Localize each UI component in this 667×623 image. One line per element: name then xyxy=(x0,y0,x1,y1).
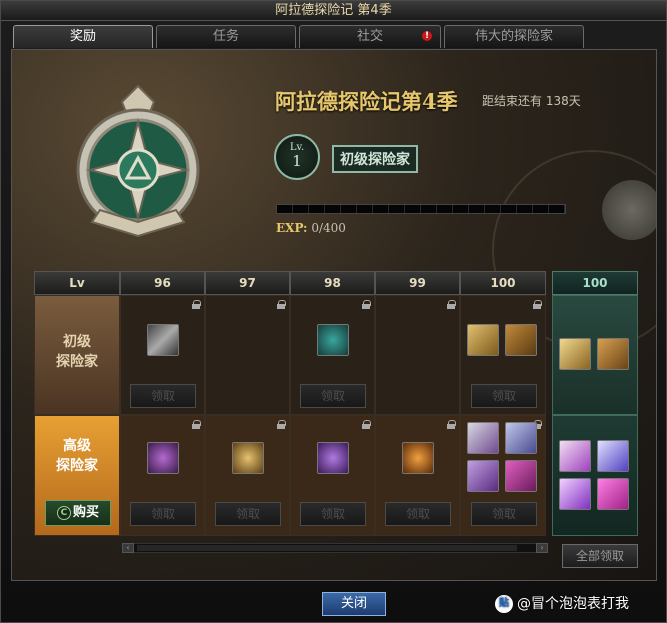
final-reward-cell xyxy=(552,415,638,536)
treasure-chest-icon[interactable] xyxy=(505,324,537,356)
tab-great-explorer[interactable]: 伟大的探险家 xyxy=(444,25,584,48)
claim-button[interactable]: 领取 xyxy=(300,502,366,526)
season-title: 阿拉德探险记第4季 xyxy=(275,89,458,114)
crystal-box-icon[interactable] xyxy=(317,324,349,356)
tab-social[interactable]: 社交 ! xyxy=(299,25,441,48)
level-header-98: 98 xyxy=(290,271,375,295)
reward-cell: 领取 xyxy=(205,415,290,536)
reward-cell: 领取 xyxy=(460,415,546,536)
tab-bar: 奖励 任务 社交 ! 伟大的探险家 xyxy=(13,25,593,49)
lock-icon xyxy=(277,300,286,309)
costume-box-icon[interactable] xyxy=(147,442,179,474)
costume-box-icon[interactable] xyxy=(505,422,537,454)
reward-grid: Lv 96 97 98 99 100 100 初级 探险家 高级 探险家 C 购买 xyxy=(34,271,638,537)
scroll-right-icon[interactable]: › xyxy=(536,543,548,553)
costume-box-icon[interactable] xyxy=(559,478,591,510)
lock-icon xyxy=(192,300,201,309)
tier-normal-line1: 初级 xyxy=(63,334,91,350)
costume-shirt-icon[interactable] xyxy=(597,478,629,510)
costume-box-icon[interactable] xyxy=(467,422,499,454)
lock-icon xyxy=(362,300,371,309)
weapon-item-icon[interactable] xyxy=(147,324,179,356)
costume-box-icon[interactable] xyxy=(559,440,591,472)
exp-text: EXP: 0/400 xyxy=(276,221,346,235)
exp-bar xyxy=(276,204,566,214)
coin-icon: C xyxy=(56,505,71,520)
level-header-97: 97 xyxy=(205,271,290,295)
lock-icon xyxy=(192,420,201,429)
reward-cell: 领取 xyxy=(120,415,205,536)
watermark: 贴 @冒个泡泡表打我 xyxy=(495,593,629,613)
tier-advanced-line2: 探险家 xyxy=(56,458,98,474)
scroll-thumb[interactable] xyxy=(137,545,517,551)
rank-badge: 初级探险家 xyxy=(332,145,418,173)
tier-normal-line2: 探险家 xyxy=(56,354,98,370)
days-remaining: 距结束还有 138天 xyxy=(482,94,581,108)
claim-button[interactable]: 领取 xyxy=(385,502,451,526)
costume-box-icon[interactable] xyxy=(597,440,629,472)
purple-box-icon[interactable] xyxy=(317,442,349,474)
level-column-header: Lv xyxy=(34,271,120,295)
level-value: 1 xyxy=(292,152,302,170)
gold-box-icon[interactable] xyxy=(232,442,264,474)
gold-box-icon[interactable] xyxy=(559,338,591,370)
window-title: 阿拉德探险记 第4季 xyxy=(1,1,666,21)
alert-icon: ! xyxy=(422,31,432,41)
tab-rewards[interactable]: 奖励 xyxy=(13,25,153,48)
level-header-99: 99 xyxy=(375,271,460,295)
claim-all-button[interactable]: 全部领取 xyxy=(562,544,638,568)
gold-box-icon[interactable] xyxy=(467,324,499,356)
horizontal-scrollbar[interactable]: ‹ › xyxy=(122,543,548,553)
lock-icon xyxy=(447,420,456,429)
reward-cell: 领取 xyxy=(120,295,205,415)
costume-shirt-icon[interactable] xyxy=(505,460,537,492)
buy-advanced-button[interactable]: C 购买 xyxy=(45,500,111,526)
tier-advanced-label: 高级 探险家 C 购买 xyxy=(34,415,120,536)
emblem-icon xyxy=(76,84,200,238)
costume-box-icon[interactable] xyxy=(467,460,499,492)
reward-cell: 领取 xyxy=(290,295,375,415)
adventure-window: 阿拉德探险记 第4季 奖励 任务 社交 ! 伟大的探险家 阿拉德探险记第4季 距… xyxy=(0,0,667,623)
tier-normal-label: 初级 探险家 xyxy=(34,295,120,415)
reward-cell: 领取 xyxy=(460,295,546,415)
scroll-left-icon[interactable]: ‹ xyxy=(122,543,134,553)
level-badge: Lv. 1 xyxy=(274,134,320,180)
reward-cell xyxy=(205,295,290,415)
lock-icon xyxy=(362,420,371,429)
buy-label: 购买 xyxy=(72,505,99,520)
claim-button[interactable]: 领取 xyxy=(300,384,366,408)
reward-cell: 领取 xyxy=(375,415,460,536)
final-reward-cell xyxy=(552,295,638,415)
reward-cell xyxy=(375,295,460,415)
level-header-96: 96 xyxy=(120,271,205,295)
claim-button[interactable]: 领取 xyxy=(215,502,281,526)
scroll-item-icon[interactable] xyxy=(402,442,434,474)
rewards-panel: 阿拉德探险记第4季 距结束还有 138天 Lv. 1 初级探险家 EXP: 0/… xyxy=(11,49,657,581)
treasure-chest-icon[interactable] xyxy=(597,338,629,370)
level-header-100: 100 xyxy=(460,271,546,295)
tier-advanced-line1: 高级 xyxy=(63,438,91,454)
claim-button[interactable]: 领取 xyxy=(471,502,537,526)
watermark-text: @冒个泡泡表打我 xyxy=(517,596,629,612)
claim-button[interactable]: 领取 xyxy=(471,384,537,408)
tieba-icon: 贴 xyxy=(495,595,513,613)
tab-tasks[interactable]: 任务 xyxy=(156,25,296,48)
tab-social-label: 社交 xyxy=(356,29,383,44)
exp-label: EXP: xyxy=(276,221,308,235)
close-button[interactable]: 关闭 xyxy=(322,592,386,616)
claim-button[interactable]: 领取 xyxy=(130,384,196,408)
lock-icon xyxy=(447,300,456,309)
compass-decoration xyxy=(602,180,656,240)
exp-value: 0/400 xyxy=(311,221,346,235)
final-reward-header: 100 xyxy=(552,271,638,295)
lock-icon xyxy=(277,420,286,429)
reward-cell: 领取 xyxy=(290,415,375,536)
lock-icon xyxy=(533,300,542,309)
claim-button[interactable]: 领取 xyxy=(130,502,196,526)
